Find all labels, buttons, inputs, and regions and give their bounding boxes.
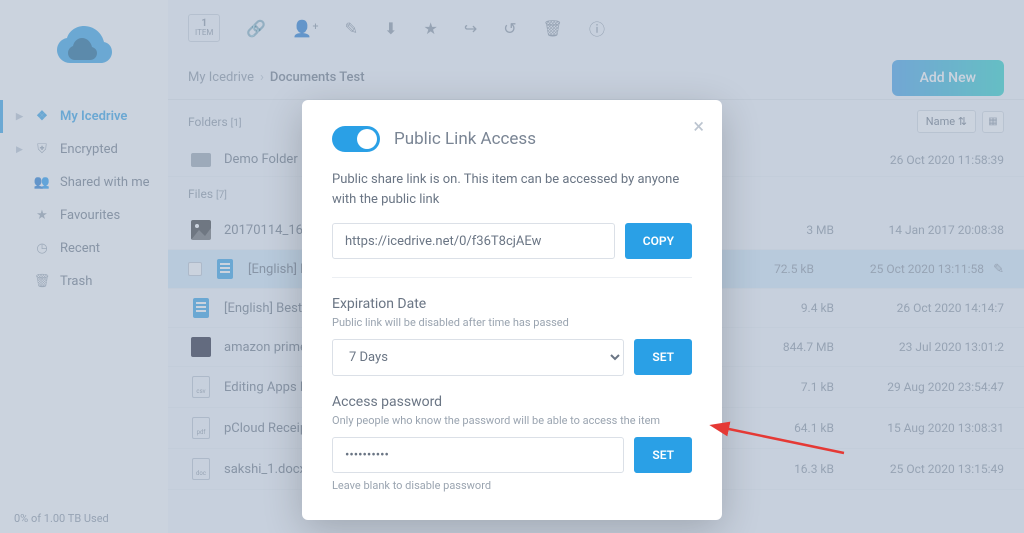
copy-button[interactable]: COPY xyxy=(625,223,692,259)
expiration-title: Expiration Date xyxy=(332,296,692,312)
expiration-select[interactable]: 7 Days xyxy=(332,339,624,376)
close-button[interactable]: × xyxy=(693,114,704,138)
password-blank-hint: Leave blank to disable password xyxy=(332,479,692,492)
modal-title: Public Link Access xyxy=(394,129,536,149)
public-link-modal: × Public Link Access Public share link i… xyxy=(302,100,722,520)
password-hint: Only people who know the password will b… xyxy=(332,414,692,427)
set-password-button[interactable]: SET xyxy=(634,437,692,473)
modal-overlay: × Public Link Access Public share link i… xyxy=(0,0,1024,533)
public-link-toggle[interactable] xyxy=(332,126,380,152)
password-title: Access password xyxy=(332,394,692,410)
modal-description: Public share link is on. This item can b… xyxy=(332,170,692,209)
expiration-hint: Public link will be disabled after time … xyxy=(332,316,692,329)
set-expiration-button[interactable]: SET xyxy=(634,339,692,375)
public-link-input[interactable] xyxy=(332,223,615,259)
password-input[interactable] xyxy=(332,437,624,473)
